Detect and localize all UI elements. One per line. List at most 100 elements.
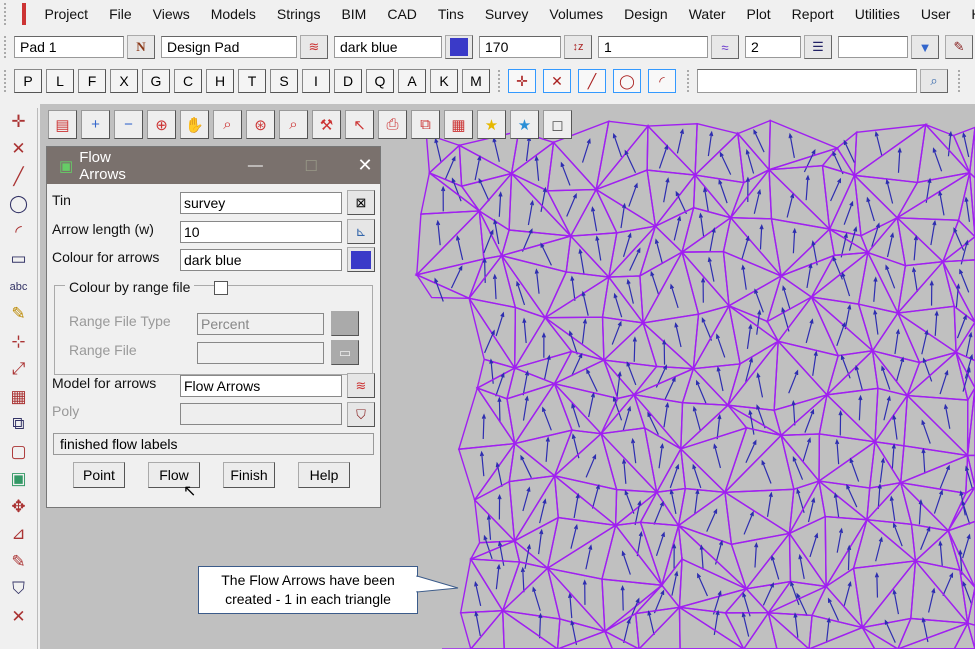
intersect-tool-icon[interactable]: ✕: [0, 136, 37, 164]
layers-icon[interactable]: ≋: [300, 35, 328, 59]
pick-icon[interactable]: ↖: [345, 110, 374, 139]
eyedropper-icon[interactable]: ✎: [945, 35, 973, 59]
menu-file[interactable]: File: [99, 6, 143, 22]
view-settings-icon[interactable]: ▤: [48, 110, 77, 139]
polygon-tool-icon[interactable]: ⛉: [0, 576, 37, 604]
name-icon[interactable]: N: [127, 35, 155, 59]
zoom-point-icon[interactable]: ⌕: [213, 110, 242, 139]
snap-c[interactable]: C: [174, 69, 202, 93]
folder-open-icon[interactable]: ■: [968, 69, 975, 93]
tin-pick-icon[interactable]: ⊠: [347, 190, 375, 215]
arc-tool-icon[interactable]: ◜: [0, 218, 37, 246]
menu-tins[interactable]: Tins: [427, 6, 474, 22]
weight-field[interactable]: 2: [745, 36, 801, 58]
zoom-out-minus-icon[interactable]: −: [114, 110, 143, 139]
menu-models[interactable]: Models: [200, 6, 266, 22]
line-tool-icon[interactable]: ╱: [0, 163, 37, 191]
point-add-tool-icon[interactable]: ⊹: [0, 328, 37, 356]
menu-report[interactable]: Report: [781, 6, 844, 22]
menu-project[interactable]: Project: [34, 6, 99, 22]
help-button[interactable]: Help: [298, 462, 350, 488]
star-icon[interactable]: ★: [477, 110, 506, 139]
minimize-button[interactable]: —: [240, 157, 270, 174]
snap-f[interactable]: F: [78, 69, 106, 93]
menu-survey[interactable]: Survey: [474, 6, 539, 22]
zoom-window-icon[interactable]: ⊕: [147, 110, 176, 139]
snap-q[interactable]: Q: [366, 69, 394, 93]
snap-p[interactable]: P: [14, 69, 42, 93]
paint-tool-icon[interactable]: ✎: [0, 301, 37, 329]
pan-hand-icon[interactable]: ✋: [180, 110, 209, 139]
menu-volumes[interactable]: Volumes: [539, 6, 614, 22]
snap-g[interactable]: G: [142, 69, 170, 93]
menu-design[interactable]: Design: [614, 6, 679, 22]
height-field[interactable]: 170: [479, 36, 561, 58]
colour-input[interactable]: dark blue: [180, 249, 342, 271]
layers-icon[interactable]: ≋: [347, 373, 375, 398]
tin-input[interactable]: survey: [180, 192, 342, 214]
grid-icon[interactable]: ▦: [444, 110, 473, 139]
menu-views[interactable]: Views: [142, 6, 200, 22]
level-tool-icon[interactable]: ⊿: [0, 521, 37, 549]
snap-m[interactable]: M: [462, 69, 490, 93]
shape-tool-icon[interactable]: ▢: [0, 438, 37, 466]
z-ruler-icon[interactable]: ↕z: [564, 35, 592, 59]
model-field[interactable]: Design Pad: [161, 36, 297, 58]
snap-h[interactable]: H: [206, 69, 234, 93]
snap-a[interactable]: A: [398, 69, 426, 93]
finish-button[interactable]: Finish: [223, 462, 275, 488]
colour-field[interactable]: dark blue: [334, 36, 442, 58]
move-tool-icon[interactable]: ✥: [0, 493, 37, 521]
zoom-in-plus-icon[interactable]: +: [81, 110, 110, 139]
blank-view-icon[interactable]: ◻: [543, 110, 572, 139]
dimension-tool-icon[interactable]: ⤢: [0, 356, 37, 384]
edit-tool-icon[interactable]: ✎: [0, 548, 37, 576]
delete-tool-icon[interactable]: ✕: [0, 603, 37, 631]
point-tool-icon[interactable]: ✛: [0, 108, 37, 136]
menu-water[interactable]: Water: [678, 6, 736, 22]
snap-line-icon[interactable]: ╱: [578, 69, 606, 93]
window-tool-icon[interactable]: ⧉: [0, 411, 37, 439]
snap-x[interactable]: X: [110, 69, 138, 93]
snap-k[interactable]: K: [430, 69, 458, 93]
close-button[interactable]: ✕: [350, 155, 380, 176]
snap-intersect-icon[interactable]: ✕: [543, 69, 571, 93]
point-button[interactable]: Point: [73, 462, 125, 488]
favourite-star-icon[interactable]: ★: [510, 110, 539, 139]
dialog-titlebar[interactable]: ▣ Flow Arrows — ☐ ✕: [47, 147, 380, 184]
extra-field[interactable]: [838, 36, 908, 58]
snap-t[interactable]: T: [238, 69, 266, 93]
snap-s[interactable]: S: [270, 69, 298, 93]
name-field[interactable]: Pad 1: [14, 36, 124, 58]
text-tool-icon[interactable]: abc: [0, 273, 37, 301]
menu-bim[interactable]: BIM: [331, 6, 377, 22]
snap-point-icon[interactable]: ✛: [508, 69, 536, 93]
ruler-icon[interactable]: ⊾: [347, 219, 375, 244]
linestyle-icon[interactable]: ≈: [711, 35, 739, 59]
circle-tool-icon[interactable]: ◯: [0, 191, 37, 219]
table-tool-icon[interactable]: ▦: [0, 383, 37, 411]
menu-cad[interactable]: CAD: [377, 6, 428, 22]
search-input[interactable]: [697, 69, 917, 93]
app-logo-icon[interactable]: [22, 3, 26, 25]
zoom-extent-icon[interactable]: ⊛: [246, 110, 275, 139]
zoom-icon[interactable]: ⌕: [279, 110, 308, 139]
range-checkbox[interactable]: [214, 281, 228, 295]
snap-d[interactable]: D: [334, 69, 362, 93]
image-tool-icon[interactable]: ▣: [0, 466, 37, 494]
menu-plot[interactable]: Plot: [736, 6, 781, 22]
model-input[interactable]: Flow Arrows: [180, 375, 342, 397]
snap-l[interactable]: L: [46, 69, 74, 93]
windows-icon[interactable]: ⧉: [411, 110, 440, 139]
weight-icon[interactable]: ☰: [804, 35, 832, 59]
snap-i[interactable]: I: [302, 69, 330, 93]
menu-user[interactable]: User: [910, 6, 961, 22]
menu-help[interactable]: Help: [961, 6, 975, 22]
print-icon[interactable]: ⎙: [378, 110, 407, 139]
search-icon[interactable]: ⌕: [920, 69, 948, 93]
rectangle-tool-icon[interactable]: ▭: [0, 246, 37, 274]
polygon-pick-icon[interactable]: ⛉: [347, 402, 375, 427]
snap-arc-icon[interactable]: ◜: [648, 69, 676, 93]
poly-input[interactable]: [180, 403, 342, 425]
style-field[interactable]: 1: [598, 36, 708, 58]
